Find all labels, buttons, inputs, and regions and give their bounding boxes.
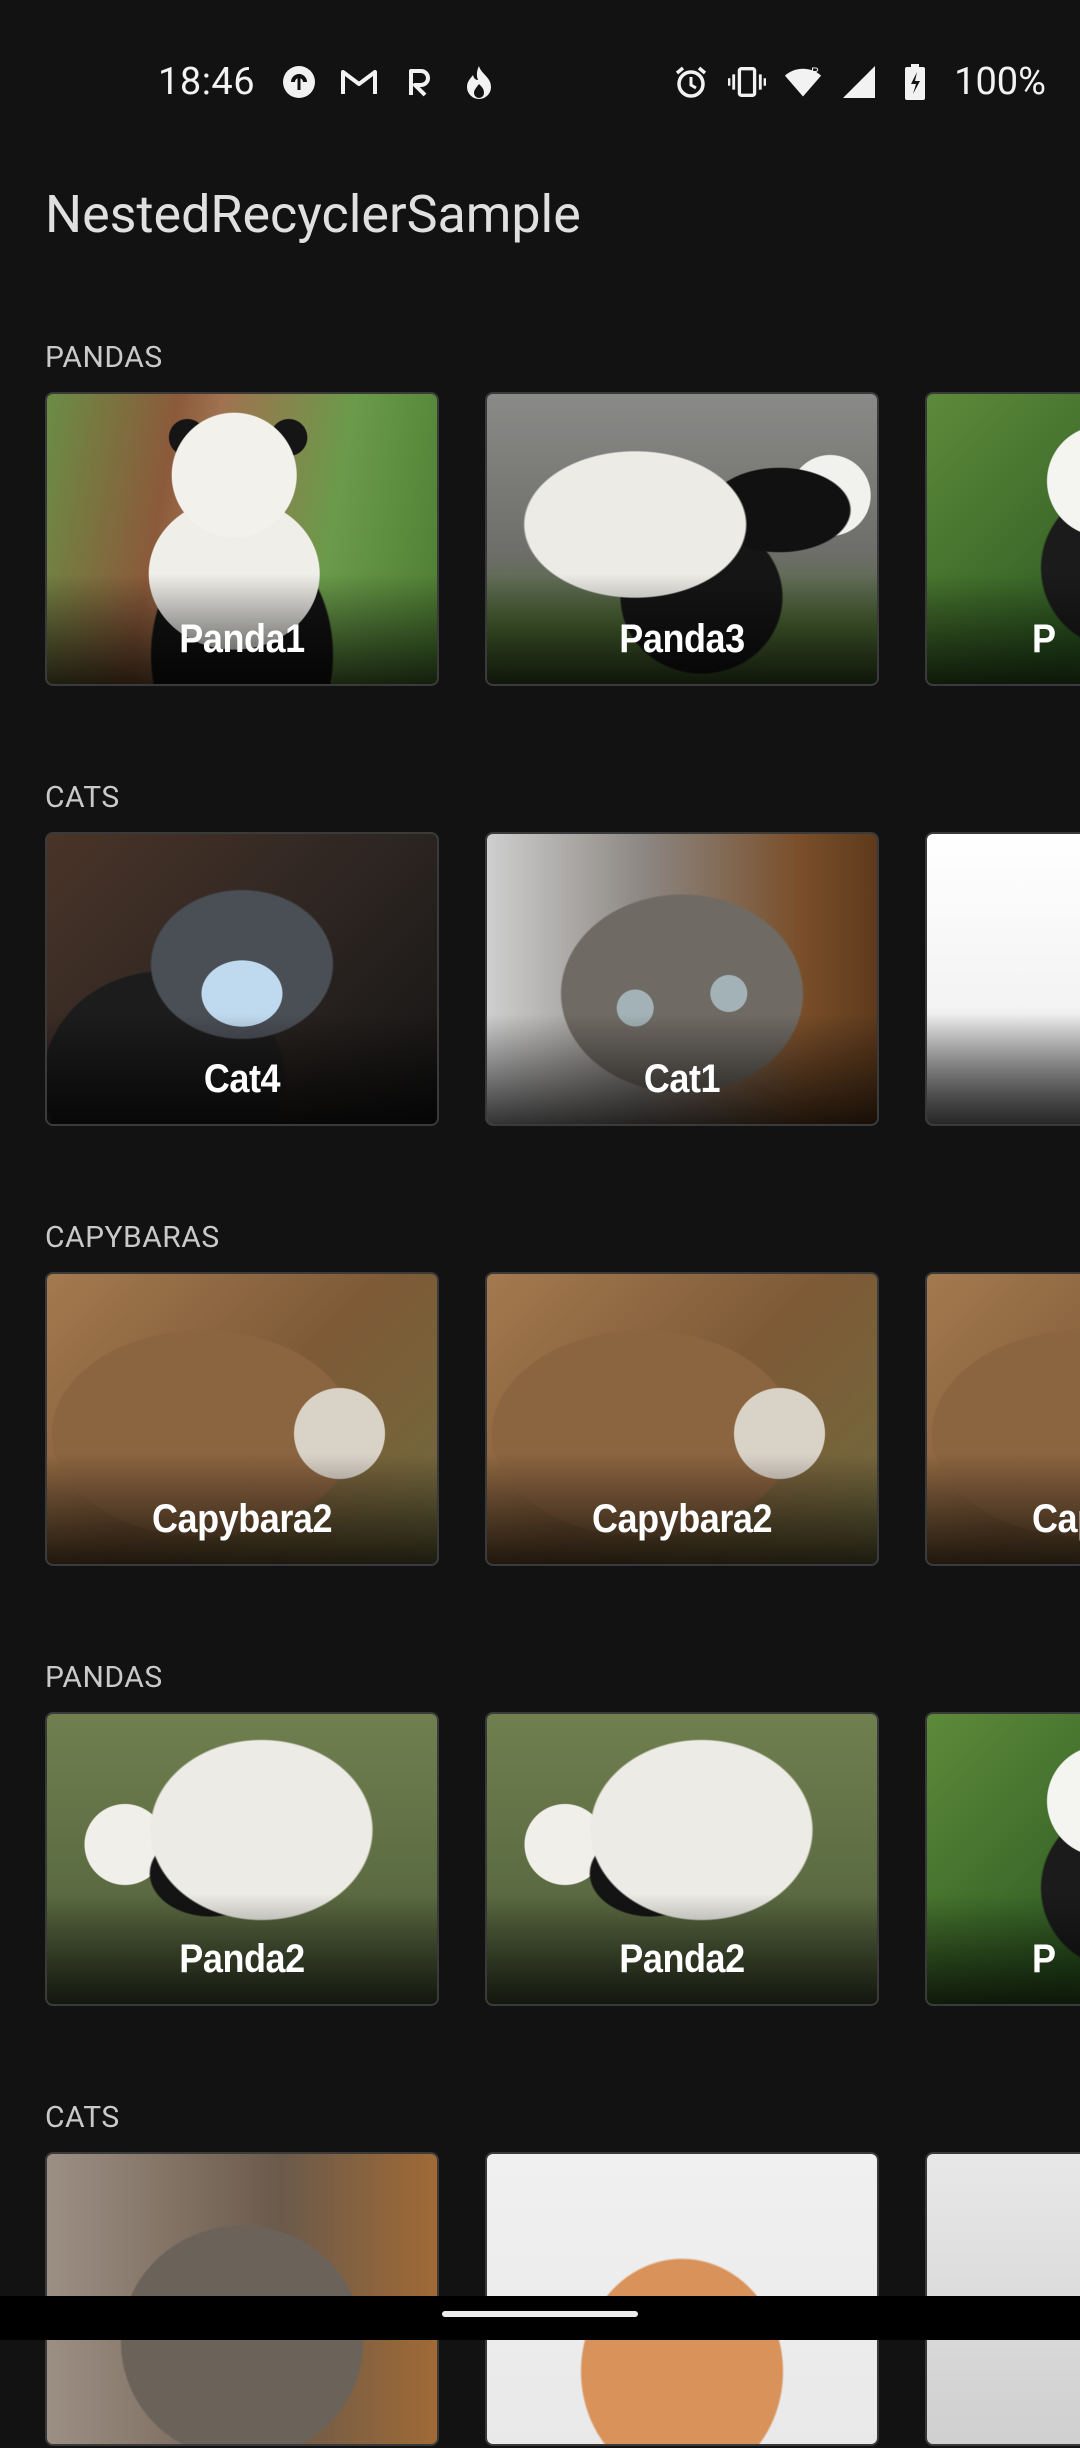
pocket-casts-icon xyxy=(280,63,318,101)
section-label: PANDAS xyxy=(45,340,163,375)
animal-card[interactable] xyxy=(925,832,1080,1126)
svg-text:R: R xyxy=(811,66,819,78)
horizontal-card-list[interactable]: Panda2 Panda2 P xyxy=(45,1712,1080,2008)
system-icons: R 100% xyxy=(672,60,1046,104)
gesture-handle[interactable] xyxy=(442,2311,638,2317)
animal-card[interactable]: Capybara2 xyxy=(485,1272,879,1566)
gmail-icon xyxy=(340,63,378,101)
section-label: CAPYBARAS xyxy=(45,1220,220,1255)
signal-icon xyxy=(840,63,878,101)
card-caption: Capybara2 xyxy=(67,1497,418,1542)
fire-icon xyxy=(460,63,498,101)
animal-card[interactable]: Panda1 xyxy=(45,392,439,686)
app-title: NestedRecyclerSample xyxy=(45,184,581,245)
notification-icons xyxy=(280,63,498,101)
status-bar: 18:46 R 100% xyxy=(0,0,1080,170)
animal-card[interactable]: Cat1 xyxy=(485,832,879,1126)
animal-card[interactable]: Cat4 xyxy=(45,832,439,1126)
card-caption: Cap xyxy=(947,1497,1080,1542)
reddit-icon xyxy=(400,63,438,101)
animal-card[interactable]: P xyxy=(925,1712,1080,2006)
animal-card[interactable]: Panda2 xyxy=(485,1712,879,2006)
animal-card[interactable]: Capybara2 xyxy=(45,1272,439,1566)
navigation-bar xyxy=(0,2296,1080,2340)
animal-card[interactable]: Panda2 xyxy=(45,1712,439,2006)
animal-card[interactable]: P xyxy=(925,392,1080,686)
card-caption: Panda2 xyxy=(67,1937,418,1982)
card-caption: Cat4 xyxy=(67,1057,418,1102)
card-caption: Panda3 xyxy=(507,617,858,662)
card-caption: Panda2 xyxy=(507,1937,858,1982)
horizontal-card-list[interactable]: Capybara2 Capybara2 Cap xyxy=(45,1272,1080,1568)
card-caption: Capybara2 xyxy=(507,1497,858,1542)
card-caption: P xyxy=(947,617,1080,662)
battery-percent: 100% xyxy=(954,60,1046,104)
animal-card[interactable]: Panda3 xyxy=(485,392,879,686)
section-label: CATS xyxy=(45,2100,120,2135)
animal-card[interactable]: Cap xyxy=(925,1272,1080,1566)
battery-charging-icon xyxy=(896,63,934,101)
card-caption: Panda1 xyxy=(67,617,418,662)
horizontal-card-list[interactable]: Panda1 Panda3 P xyxy=(45,392,1080,688)
section-label: PANDAS xyxy=(45,1660,163,1695)
vibrate-icon xyxy=(728,63,766,101)
card-shade xyxy=(927,1014,1080,1124)
card-caption: Cat1 xyxy=(507,1057,858,1102)
clock: 18:46 xyxy=(158,60,255,104)
section-label: CATS xyxy=(45,780,120,815)
card-caption: P xyxy=(947,1937,1080,1982)
alarm-icon xyxy=(672,63,710,101)
horizontal-card-list[interactable]: Cat4 Cat1 xyxy=(45,832,1080,1128)
wifi-icon: R xyxy=(784,63,822,101)
